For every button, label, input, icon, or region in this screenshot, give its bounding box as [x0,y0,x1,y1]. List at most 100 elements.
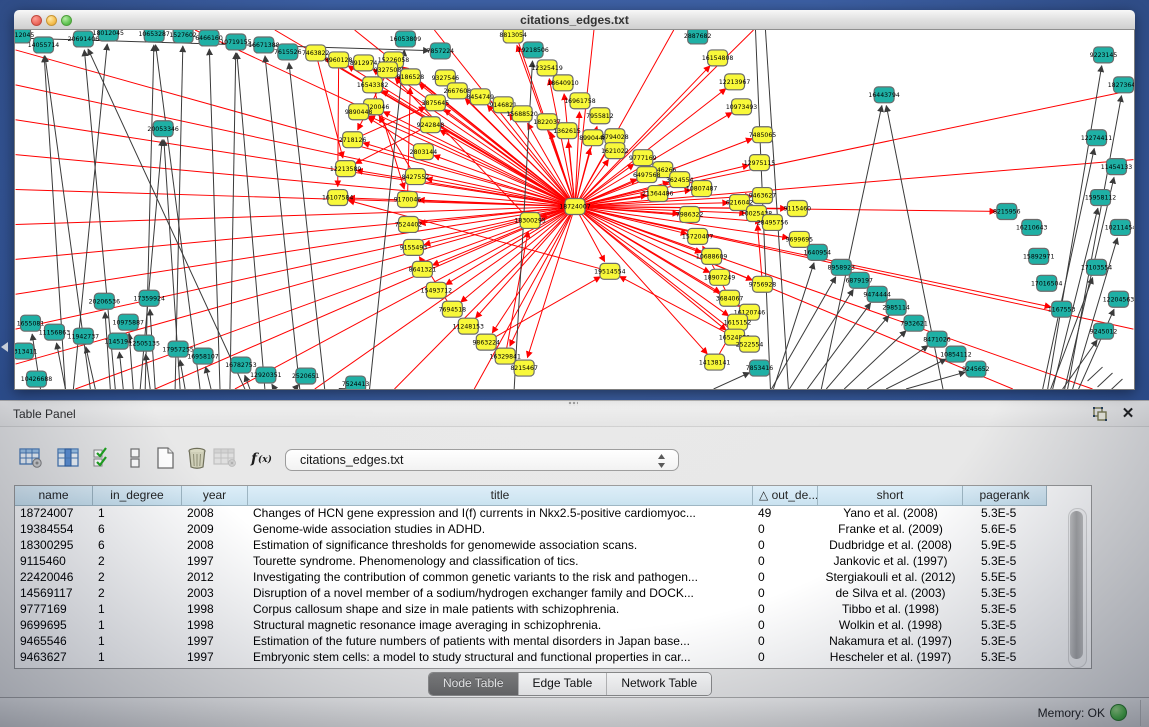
graph-edge[interactable] [1088,367,1103,381]
graph-node[interactable]: 9756928 [749,276,777,292]
table-cell[interactable]: 2008 [182,538,248,554]
graph-node[interactable]: 1621022 [601,143,629,159]
table-cell[interactable]: 5.3E-5 [963,586,1047,602]
column-header-name[interactable]: name [15,486,93,506]
table-cell[interactable]: Tourette syndrome. Phenomenology and cla… [248,554,753,570]
column-header-title[interactable]: title [248,486,753,506]
graph-edge[interactable] [16,120,575,207]
collapse-panel-arrow-icon[interactable] [1,342,8,352]
graph-node[interactable]: 10211454 [1105,219,1134,235]
graph-edge[interactable] [844,331,906,389]
network-canvas[interactable]: 1872400774638228960128891297415226058932… [15,30,1134,389]
graph-node[interactable]: 12204563 [1103,291,1134,307]
column-header-pagerank[interactable]: pagerank [963,486,1047,506]
graph-node[interactable]: 9245012 [1090,323,1118,339]
graph-edge[interactable] [156,45,200,389]
table-cell[interactable]: 5.3E-5 [963,634,1047,650]
graph-node[interactable]: 12975115 [744,155,775,171]
graph-node[interactable]: 2718126 [339,132,367,148]
table-cell[interactable]: 1 [93,634,182,650]
table-row[interactable]: 911546021997Tourette syndrome. Phenomeno… [15,554,1091,570]
graph-node[interactable]: 1527602 [169,30,197,43]
table-cell[interactable]: 1 [93,618,182,634]
graph-node[interactable]: 7857224 [427,43,455,59]
table-cell[interactable]: 6 [93,538,182,554]
graph-node[interactable]: 12274411 [1081,130,1112,146]
table-cell[interactable]: de Silva et al. (2003) [818,586,963,602]
graph-edge[interactable] [886,359,946,389]
graph-node[interactable]: 9245652 [962,361,990,377]
graph-node[interactable]: 2522554 [736,336,764,352]
graph-node[interactable]: 7615526 [274,44,302,60]
graph-node[interactable]: 9242848 [417,117,445,133]
table-row[interactable]: 1872400712008Changes of HCN gene express… [15,506,1091,522]
graph-node[interactable]: 12325419 [531,60,562,76]
table-cell[interactable]: 2 [93,586,182,602]
graph-node[interactable]: 7524402 [395,216,423,232]
graph-node[interactable]: 8641321 [409,261,437,277]
table-cell[interactable]: 49 [753,506,818,522]
table-cell[interactable]: 9463627 [15,650,93,666]
table-cell[interactable]: 22420046 [15,570,93,586]
table-cell[interactable]: Hescheler et al. (1997) [818,650,963,666]
table-row[interactable]: 2242004622012Investigating the contribut… [15,570,1091,586]
table-cell[interactable]: Dudbridge et al. (2008) [818,538,963,554]
table-row[interactable]: 1830029562008Estimation of significance … [15,538,1091,554]
table-cell[interactable]: 0 [753,554,818,570]
table-cell[interactable]: 0 [753,634,818,650]
graph-edge[interactable] [146,354,151,389]
graph-node[interactable]: 8812045 [15,30,34,43]
table-cell[interactable]: 5.5E-5 [963,570,1047,586]
tab-edge-table[interactable]: Edge Table [519,673,608,695]
table-cell[interactable]: 1997 [182,634,248,650]
table-row[interactable]: 977716911998Corpus callosum shape and si… [15,602,1091,618]
graph-node[interactable]: 1640954 [804,244,832,260]
table-cell[interactable]: 2 [93,554,182,570]
graph-node[interactable]: 7853416 [746,360,774,376]
table-cell[interactable]: Estimation of significance thresholds fo… [248,538,753,554]
column-header-short[interactable]: short [818,486,963,506]
graph-node[interactable]: 3684067 [716,290,744,306]
table-row[interactable]: 946554611997Estimation of the future num… [15,634,1091,650]
table-cell[interactable]: Corpus callosum shape and size in male p… [248,602,753,618]
table-cell[interactable]: 6 [93,522,182,538]
table-row[interactable]: 1456911722003Disruption of a novel membe… [15,586,1091,602]
graph-edge[interactable] [1048,66,1102,389]
table-settings-button[interactable] [18,445,44,471]
select-columns-button[interactable] [90,445,116,471]
scrollbar-thumb[interactable] [1070,511,1083,659]
graph-node[interactable]: 10426688 [21,371,52,387]
graph-node[interactable]: 6497568 [633,167,661,183]
table-cell[interactable]: 5.6E-5 [963,522,1047,538]
splitter-handle[interactable] [568,401,578,406]
graph-node[interactable]: 11248153 [453,318,484,334]
graph-node[interactable]: 17103554 [1081,259,1112,275]
graph-edge[interactable] [180,360,185,389]
table-cell[interactable]: 19384554 [15,522,93,538]
graph-edge[interactable] [821,106,882,389]
graph-node[interactable]: 9115460 [784,201,812,217]
table-cell[interactable]: 2008 [182,506,248,522]
graph-node[interactable]: 10719155 [220,34,251,50]
graph-node[interactable]: 9890448 [345,104,373,120]
graph-edge[interactable] [245,375,250,389]
graph-node[interactable]: 11454133 [1101,159,1132,175]
graph-node[interactable]: 8471026 [923,331,951,347]
graph-node[interactable]: 18640910 [547,75,578,91]
table-cell[interactable]: 5.9E-5 [963,538,1047,554]
table-cell[interactable]: 0 [753,618,818,634]
table-row[interactable]: 969969511998Structural magnetic resonanc… [15,618,1091,634]
graph-node[interactable]: 15958112 [1085,190,1116,206]
table-cell[interactable]: 0 [753,586,818,602]
table-cell[interactable]: 1 [93,650,182,666]
table-cell[interactable]: Estimation of the future numbers of pati… [248,634,753,650]
graph-node[interactable]: 16210643 [1016,219,1047,235]
table-cell[interactable]: Yano et al. (2008) [818,506,963,522]
graph-node[interactable]: 16107584 [322,190,353,206]
new-column-button[interactable] [152,445,178,471]
graph-node[interactable]: 9223145 [1090,47,1118,63]
table-cell[interactable]: 9115460 [15,554,93,570]
graph-node[interactable]: 8186528 [397,69,425,85]
graph-edge[interactable] [16,155,575,207]
table-cell[interactable]: 1998 [182,618,248,634]
